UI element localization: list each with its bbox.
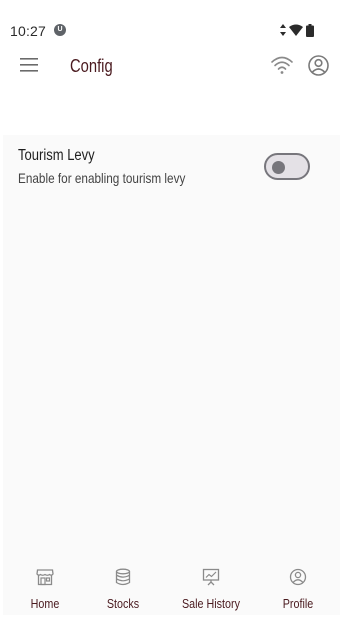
setting-description: Enable for enabling tourism levy [18, 170, 186, 186]
notification-badge-icon: U [54, 24, 66, 36]
nav-label-home: Home [30, 597, 60, 611]
settings-panel: Tourism Levy Enable for enabling tourism… [3, 135, 340, 615]
setting-title: Tourism Levy [18, 147, 95, 164]
nav-item-profile[interactable]: Profile [256, 560, 340, 616]
page-title: Config [70, 56, 113, 76]
toggle-knob [272, 161, 285, 174]
status-bar: 10:27 U [0, 0, 356, 48]
nav-item-sale-history[interactable]: Sale History [169, 560, 253, 616]
store-icon [36, 569, 54, 586]
hamburger-menu-icon [20, 58, 38, 72]
nav-label-profile: Profile [282, 597, 314, 611]
system-status-icons [280, 23, 314, 37]
data-transfer-icon [280, 24, 286, 36]
status-time: 10:27 [10, 23, 47, 39]
network-status-button[interactable] [270, 54, 294, 76]
nav-item-stocks[interactable]: Stocks [81, 560, 165, 616]
database-stack-icon [115, 568, 131, 586]
account-circle-icon [308, 55, 329, 76]
top-app-bar: Config [0, 48, 356, 86]
tourism-levy-toggle[interactable] [264, 153, 310, 180]
presentation-chart-icon [202, 568, 220, 586]
account-circle-icon [289, 568, 307, 586]
nav-label-stocks: Stocks [106, 597, 140, 611]
account-button[interactable] [307, 54, 330, 77]
menu-button[interactable] [18, 54, 40, 76]
nav-label-sale-history: Sale History [182, 597, 240, 611]
wifi-signal-icon [289, 24, 303, 36]
bottom-navigation: Home Stocks Sale History Profile [3, 560, 340, 616]
battery-icon [306, 23, 314, 37]
setting-row-tourism-levy[interactable]: Tourism Levy Enable for enabling tourism… [3, 135, 340, 199]
nav-item-home[interactable]: Home [3, 560, 87, 616]
wifi-icon [271, 56, 293, 74]
